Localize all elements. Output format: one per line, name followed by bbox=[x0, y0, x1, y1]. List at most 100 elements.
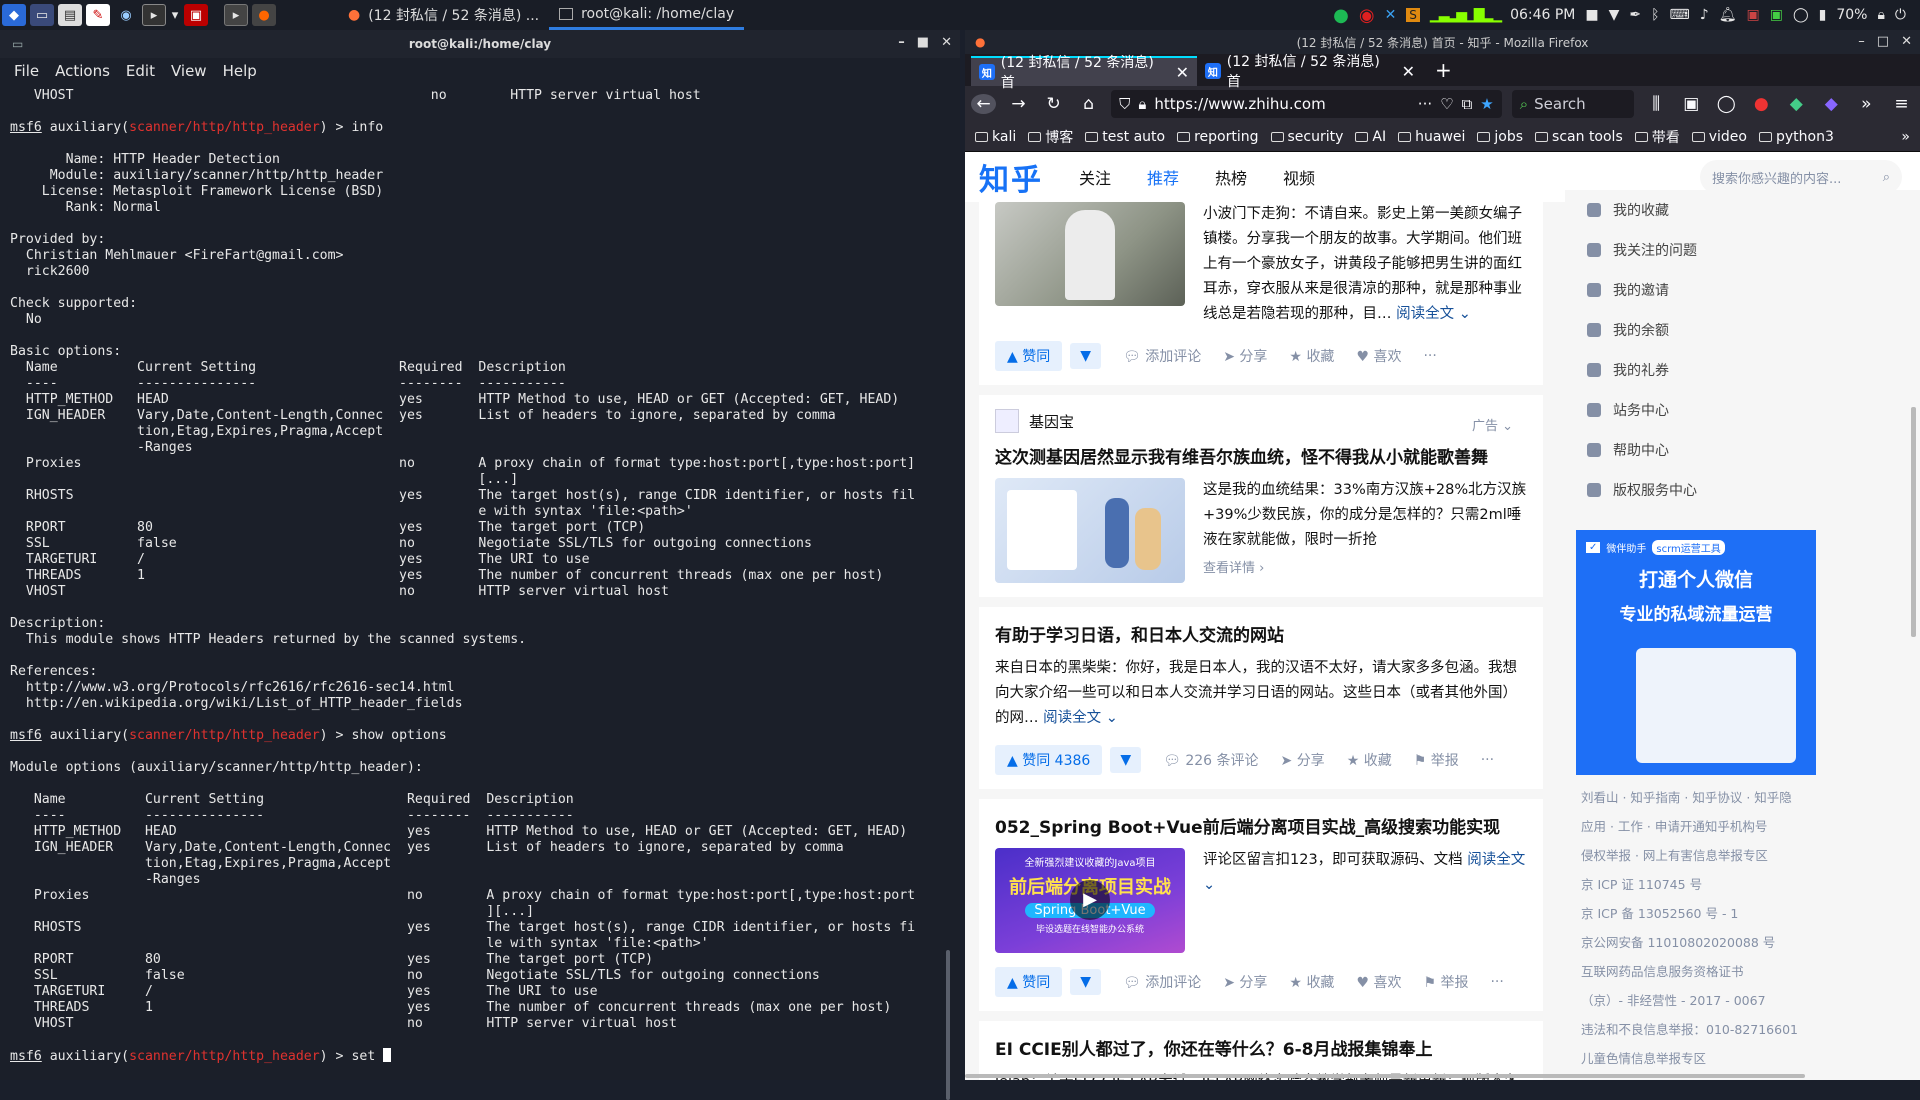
menu-actions[interactable]: Actions bbox=[55, 62, 110, 80]
keyboard-icon[interactable]: ⌨ bbox=[1670, 7, 1690, 23]
display-icon[interactable]: ▣ bbox=[1746, 7, 1759, 23]
upvote-button[interactable]: ▲ 赞同 4386 bbox=[995, 745, 1103, 775]
sidebar-item[interactable]: 我的礼券 bbox=[1565, 350, 1920, 390]
nav-hot[interactable]: 热榜 bbox=[1215, 165, 1247, 189]
feather-icon[interactable]: ✒ bbox=[1629, 7, 1641, 23]
notification-icon[interactable]: 🔔︎ bbox=[1719, 7, 1737, 23]
share-button[interactable]: ➤ 分享 bbox=[1281, 750, 1325, 770]
share-button[interactable]: ➤ 分享 bbox=[1223, 972, 1267, 992]
adblock-icon[interactable]: ● bbox=[1749, 94, 1774, 114]
reload-icon[interactable]: ↻ bbox=[1041, 94, 1066, 114]
more-button[interactable]: ··· bbox=[1490, 974, 1503, 990]
terminal-icon[interactable]: ▸ bbox=[142, 4, 166, 26]
sidebar-icon[interactable]: ▣ bbox=[1679, 94, 1704, 114]
clock[interactable]: 06:46 PM bbox=[1510, 7, 1575, 23]
bookmark-star-icon[interactable]: ★ bbox=[1480, 95, 1493, 113]
sidebar-item[interactable]: 我的收藏 bbox=[1565, 190, 1920, 230]
sublime-icon[interactable]: S bbox=[1406, 8, 1420, 22]
comment-button[interactable]: 💬︎ 添加评论 bbox=[1123, 972, 1201, 992]
search-bar[interactable]: ⌕ Search bbox=[1511, 90, 1634, 118]
sidebar-item[interactable]: 我的邀请 bbox=[1565, 270, 1920, 310]
minimize-icon[interactable]: – bbox=[898, 35, 905, 50]
close-tab-icon[interactable]: ✕ bbox=[1402, 62, 1415, 81]
sidebar-item[interactable]: 帮助中心 bbox=[1565, 430, 1920, 470]
page-actions-icon[interactable]: ··· bbox=[1418, 95, 1432, 113]
footer-link[interactable]: （京）- 非经营性 - 2017 - 0067 bbox=[1565, 986, 1920, 1015]
report-button[interactable]: ⚑ 举报 bbox=[1414, 750, 1459, 770]
nav-recommend[interactable]: 推荐 bbox=[1147, 165, 1179, 189]
favorite-button[interactable]: ★ 收藏 bbox=[1289, 346, 1334, 366]
footer-link[interactable]: 刘看山 · 知乎指南 · 知乎协议 · 知乎隐 bbox=[1565, 783, 1920, 812]
extension-icon[interactable]: ◆ bbox=[1784, 94, 1809, 114]
overflow-icon[interactable]: » bbox=[1854, 94, 1879, 114]
report-button[interactable]: ⚑ 举报 bbox=[1423, 972, 1468, 992]
feed-card[interactable]: 052_Spring Boot+Vue前后端分离项目实战_高级搜索功能实现 全新… bbox=[979, 799, 1543, 1011]
footer-link[interactable]: 儿童色情信息举报专区 bbox=[1565, 1044, 1920, 1073]
downvote-button[interactable]: ▼ bbox=[1110, 747, 1142, 773]
footer-link[interactable]: 应用 · 工作 · 申请开通知乎机构号 bbox=[1565, 812, 1920, 841]
bookmark-folder[interactable]: AI bbox=[1355, 129, 1386, 145]
taskbar-terminal[interactable]: root@kali: /home/clay bbox=[549, 0, 745, 30]
upvote-button[interactable]: ▲ 赞同 bbox=[995, 967, 1063, 997]
card-excerpt[interactable]: 来自日本的黑柴柴：你好，我是日本人，我的汉语不太好，请大家多多包涵。我想向大家介… bbox=[995, 656, 1527, 731]
card-title[interactable]: 这次测基因居然显示我有维吾尔族血统，怪不得我从小就能歌善舞 bbox=[995, 443, 1527, 468]
camera-icon[interactable]: ■ bbox=[1585, 7, 1598, 23]
view-details-link[interactable]: 查看详情 › bbox=[1203, 557, 1527, 576]
bookmark-folder[interactable]: reporting bbox=[1177, 129, 1259, 145]
minimize-icon[interactable]: – bbox=[1858, 34, 1865, 49]
back-icon[interactable]: ← bbox=[971, 94, 997, 114]
bookmarks-overflow-icon[interactable]: » bbox=[1901, 129, 1910, 145]
url-bar[interactable]: ⛉ 🔒︎ https://www.zhihu.com ··· ♡ ⧉ ★ bbox=[1111, 90, 1502, 118]
more-button[interactable]: ··· bbox=[1481, 752, 1494, 768]
page-scrollbar[interactable] bbox=[1911, 407, 1916, 637]
kali-menu-icon[interactable]: ◆ bbox=[2, 4, 26, 26]
search-icon[interactable]: ⌕ bbox=[1883, 170, 1890, 185]
read-more-link[interactable]: 阅读全文 bbox=[1467, 852, 1525, 868]
browser-tab-2[interactable]: 知 (12 封私信 / 52 条消息) 首 ✕ bbox=[1197, 54, 1423, 90]
text-editor-icon[interactable]: ✎ bbox=[86, 4, 110, 26]
lock-icon[interactable]: 🔒︎ bbox=[1877, 7, 1884, 23]
comment-button[interactable]: 💬︎ 添加评论 bbox=[1123, 346, 1201, 366]
close-icon[interactable]: ✕ bbox=[1901, 34, 1912, 49]
bookmark-folder[interactable]: scan tools bbox=[1535, 129, 1623, 145]
chevron-down-icon[interactable]: ▾ bbox=[170, 4, 180, 26]
terminal-output[interactable]: VHOST no HTTP server virtual host msf6 a… bbox=[10, 88, 940, 1078]
downvote-button[interactable]: ▼ bbox=[1070, 343, 1101, 369]
browser-tab-1[interactable]: 知 (12 封私信 / 52 条消息) 首 ✕ bbox=[971, 55, 1197, 91]
ad-image[interactable] bbox=[995, 478, 1185, 583]
favorite-button[interactable]: ★ 收藏 bbox=[1289, 972, 1334, 992]
share-button[interactable]: ➤ 分享 bbox=[1223, 346, 1267, 366]
feed-card[interactable]: 小波门下走狗：不请自来。影史上第一美颜女编子镇楼。分享我一个朋友的故事。大学期间… bbox=[979, 202, 1543, 385]
sidebar-item[interactable]: 我关注的问题 bbox=[1565, 230, 1920, 270]
spotify-icon[interactable]: ● bbox=[1333, 5, 1349, 26]
video-thumbnail[interactable]: 全新强烈建议收藏的Java项目 前后端分离项目实战 Spring Boot+Vu… bbox=[995, 848, 1185, 953]
footer-link[interactable]: 侵权举报 · 网上有害信息举报专区 bbox=[1565, 841, 1920, 870]
pocket-icon[interactable]: ♡ bbox=[1440, 95, 1453, 113]
wifi-icon[interactable]: ▼ bbox=[1609, 7, 1620, 23]
ad-text[interactable]: 这是我的血统结果：33%南方汉族+28%北方汉族+39%少数民族，你的成分是怎样… bbox=[1203, 478, 1527, 553]
power-icon[interactable]: ⏻ bbox=[1895, 7, 1906, 23]
workspace-2-icon[interactable]: ● bbox=[252, 4, 276, 26]
desktop-icon[interactable]: ▭ bbox=[30, 4, 54, 26]
sidebar-item[interactable]: 我的余额 bbox=[1565, 310, 1920, 350]
bluetooth-icon[interactable]: ᛒ bbox=[1651, 7, 1659, 23]
taskbar-firefox[interactable]: ● (12 封私信 / 52 条消息) ... bbox=[338, 0, 549, 30]
update-icon[interactable]: ▣ bbox=[1770, 7, 1783, 23]
card-title[interactable]: 052_Spring Boot+Vue前后端分离项目实战_高级搜索功能实现 bbox=[995, 813, 1527, 838]
library-icon[interactable]: ⫼ bbox=[1644, 94, 1669, 114]
feed-card[interactable]: EI CCIE别人都过了，你还在等什么？6-8月战报集锦奉上 ielab：关于E… bbox=[979, 1021, 1543, 1080]
forward-icon[interactable]: → bbox=[1006, 94, 1031, 114]
bookmark-folder[interactable]: kali bbox=[975, 129, 1016, 145]
sidebar-item[interactable]: 版权服务中心 bbox=[1565, 470, 1920, 510]
card-title[interactable]: EI CCIE别人都过了，你还在等什么？6-8月战报集锦奉上 bbox=[995, 1035, 1527, 1060]
favorite-button[interactable]: ★ 收藏 bbox=[1347, 750, 1392, 770]
close-icon[interactable]: ✕ bbox=[941, 35, 952, 50]
close-tab-icon[interactable]: ✕ bbox=[1176, 63, 1189, 82]
nav-video[interactable]: 视频 bbox=[1283, 165, 1315, 189]
ad-label[interactable]: 广告 ⌄ bbox=[1472, 415, 1513, 434]
bookmark-folder[interactable]: jobs bbox=[1477, 129, 1523, 145]
menu-file[interactable]: File bbox=[14, 62, 39, 80]
terminal-scrollbar[interactable] bbox=[946, 950, 950, 1100]
sidebar-item[interactable]: 站务中心 bbox=[1565, 390, 1920, 430]
menu-edit[interactable]: Edit bbox=[126, 62, 155, 80]
